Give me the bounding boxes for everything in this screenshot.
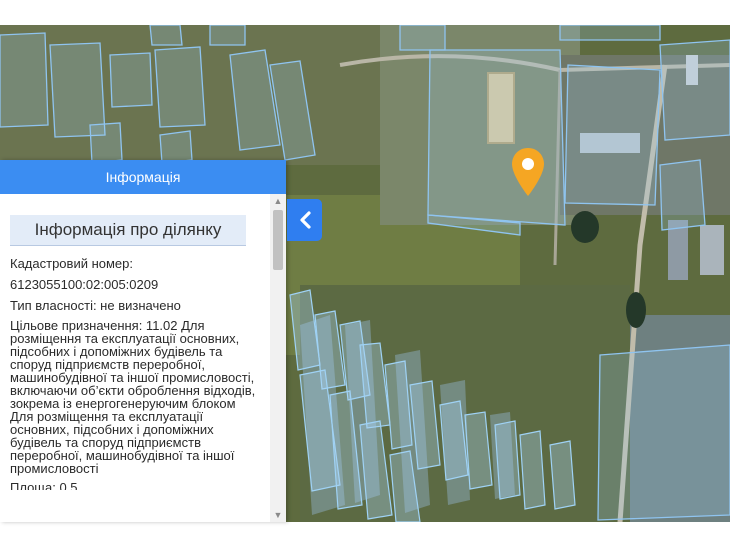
scrollbar[interactable]: ▲ ▼ [270,194,286,522]
section-title: Інформація про ділянку [10,215,246,246]
panel-header-title: Інформація [105,169,181,185]
triangle-down-icon[interactable]: ▼ [270,508,286,522]
chevron-left-icon [299,211,311,229]
triangle-up-icon[interactable]: ▲ [270,194,286,208]
panel-header: Інформація [0,160,286,194]
info-panel: Інформація Інформація про ділянку Кадаст… [0,160,286,522]
scroll-thumb[interactable] [273,210,283,270]
collapse-panel-button[interactable] [287,199,322,241]
parcel-info: Кадастровий номер: 6123055100:02:005:020… [10,256,262,490]
ownership-type: Тип власності: не визначено [10,298,181,313]
cadastral-number: 6123055100:02:005:0209 [10,277,159,292]
purpose-text: Цільове призначення: 11.02 Для розміщенн… [10,318,256,476]
map-pin-icon[interactable] [510,146,546,198]
cadastral-label: Кадастровий номер: [10,256,133,271]
panel-body: Інформація про ділянку Кадастровий номер… [0,194,270,522]
cut-off-line: Площа: 0.5 [10,480,78,490]
